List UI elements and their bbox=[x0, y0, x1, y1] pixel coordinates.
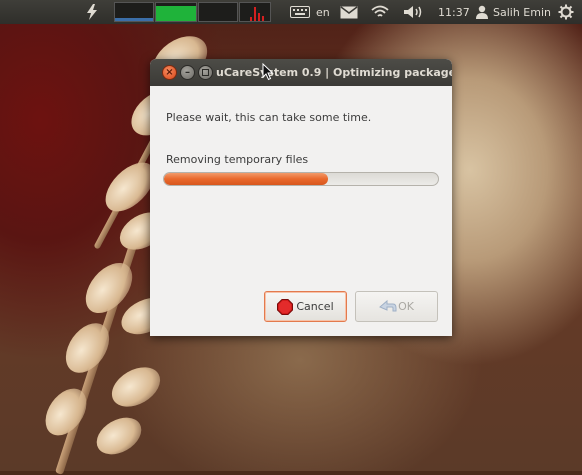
cpu-graph[interactable] bbox=[114, 2, 154, 22]
user-name[interactable]: Salih Emin bbox=[493, 0, 551, 24]
wifi-icon[interactable] bbox=[371, 0, 391, 24]
person-icon[interactable] bbox=[476, 0, 490, 24]
gear-icon[interactable] bbox=[558, 0, 576, 24]
title-bar[interactable]: × – uCareSystem 0.9 | Optimizing package… bbox=[150, 59, 452, 86]
wait-message: Please wait, this can take some time. bbox=[166, 111, 372, 124]
close-icon: × bbox=[165, 66, 174, 78]
mouse-cursor-icon bbox=[262, 62, 274, 85]
progress-fill bbox=[164, 173, 329, 185]
maximize-icon bbox=[202, 69, 209, 76]
keyboard-icon[interactable] bbox=[290, 0, 314, 24]
arrow-left-icon bbox=[379, 299, 397, 315]
stop-icon bbox=[277, 298, 294, 315]
wheat-grain bbox=[90, 410, 148, 462]
progress-bar bbox=[163, 172, 439, 186]
keyboard-layout-label[interactable]: en bbox=[316, 0, 330, 24]
progress-dialog: × – uCareSystem 0.9 | Optimizing package… bbox=[150, 59, 452, 336]
minimize-button[interactable]: – bbox=[180, 65, 195, 80]
speaker-icon[interactable] bbox=[403, 0, 425, 24]
network-graph[interactable] bbox=[198, 2, 238, 22]
top-panel: en 11:37 Salih Emin bbox=[0, 0, 582, 24]
minimize-icon: – bbox=[185, 66, 190, 78]
close-button[interactable]: × bbox=[162, 65, 177, 80]
cancel-button[interactable]: Cancel bbox=[264, 291, 347, 322]
maximize-button[interactable] bbox=[198, 65, 213, 80]
memory-graph[interactable] bbox=[155, 2, 197, 22]
lightning-icon[interactable] bbox=[86, 0, 102, 24]
ok-button[interactable]: OK bbox=[355, 291, 438, 322]
ok-label: OK bbox=[398, 300, 414, 313]
cancel-label: Cancel bbox=[296, 300, 334, 313]
clock[interactable]: 11:37 bbox=[438, 0, 470, 24]
window-title: uCareSystem 0.9 | Optimizing packages bbox=[216, 66, 452, 79]
wheat-grain bbox=[104, 359, 168, 415]
status-text: Removing temporary files bbox=[166, 153, 309, 166]
load-graph[interactable] bbox=[239, 2, 271, 22]
envelope-icon[interactable] bbox=[340, 0, 360, 24]
